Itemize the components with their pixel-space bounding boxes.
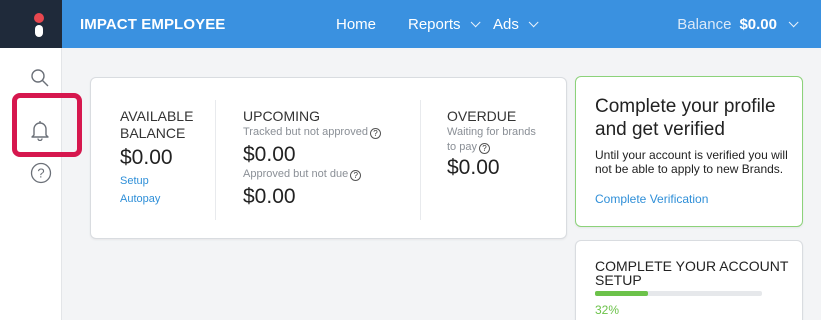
column-divider	[420, 100, 421, 220]
setup-progress-bar	[595, 291, 762, 296]
verify-body: Until your account is verified you will …	[595, 148, 788, 176]
help-icon[interactable]: ?	[369, 128, 381, 139]
tracked-amount: $0.00	[243, 143, 296, 166]
complete-verification-link[interactable]: Complete Verification	[595, 192, 708, 206]
overdue-label-line1: Waiting for brands	[447, 126, 536, 138]
help-icon[interactable]: ?	[350, 170, 362, 181]
overdue-section: OVERDUE Waiting for brands to pay? $0.00	[447, 108, 557, 180]
overdue-heading: OVERDUE	[447, 108, 517, 124]
upcoming-section: UPCOMING Tracked but not approved? $0.00…	[243, 108, 403, 209]
notification-highlight	[12, 93, 82, 157]
sidebar: ?	[0, 48, 62, 320]
balances-card: AVAILABLE BALANCE $0.00 Setup Autopay UP…	[90, 77, 567, 239]
chevron-down-icon	[788, 17, 799, 28]
setup-title: COMPLETE YOUR ACCOUNT SETUP	[595, 258, 789, 288]
tracked-label-text: Tracked but not approved	[243, 126, 368, 138]
help-glyph: ?	[37, 166, 44, 181]
balance-label: Balance	[677, 16, 732, 33]
nav-ads-label: Ads	[493, 16, 519, 33]
verify-title: Complete your profile and get verified	[595, 96, 776, 140]
logo-pill	[35, 25, 43, 37]
nav-reports[interactable]: Reports	[408, 16, 481, 33]
autopay-link[interactable]: Autopay	[120, 190, 220, 208]
logo-dot	[34, 13, 44, 23]
available-balance-heading: AVAILABLE BALANCE	[120, 108, 194, 141]
balance-value: $0.00	[739, 16, 777, 33]
available-balance-amount: $0.00	[120, 146, 173, 169]
approved-amount: $0.00	[243, 185, 296, 208]
chevron-down-icon	[528, 17, 539, 28]
nav-ads[interactable]: Ads	[493, 16, 539, 33]
approved-label-text: Approved but not due	[243, 168, 349, 180]
account-name[interactable]: IMPACT EMPLOYEE	[80, 16, 225, 33]
help-icon[interactable]: ?	[30, 162, 52, 184]
balance-dropdown[interactable]: Balance $0.00	[677, 16, 799, 33]
search-icon[interactable]	[30, 68, 50, 88]
setup-progress-fill	[595, 291, 649, 296]
nav-reports-label: Reports	[408, 16, 461, 33]
tracked-label: Tracked but not approved?	[243, 125, 403, 140]
top-bar: IMPACT EMPLOYEE Home Reports Ads Balance…	[0, 0, 821, 48]
nav-home-label: Home	[336, 16, 377, 33]
nav-home[interactable]: Home	[336, 16, 376, 33]
setup-progress-text: 32%	[595, 303, 620, 317]
help-icon[interactable]: ?	[478, 143, 490, 154]
account-setup-card: COMPLETE YOUR ACCOUNT SETUP 32%	[575, 240, 803, 320]
upcoming-heading: UPCOMING	[243, 108, 320, 124]
column-divider	[215, 100, 216, 220]
app-logo[interactable]	[0, 0, 62, 48]
approved-label: Approved but not due?	[243, 167, 403, 182]
overdue-amount: $0.00	[447, 156, 500, 179]
verify-card: Complete your profile and get verified U…	[575, 76, 803, 227]
chevron-down-icon	[470, 17, 481, 28]
setup-link[interactable]: Setup	[120, 172, 220, 190]
overdue-label-text: to pay	[447, 141, 477, 153]
available-balance-section: AVAILABLE BALANCE $0.00 Setup Autopay	[120, 108, 220, 208]
overdue-label-line2: to pay?	[447, 140, 557, 155]
